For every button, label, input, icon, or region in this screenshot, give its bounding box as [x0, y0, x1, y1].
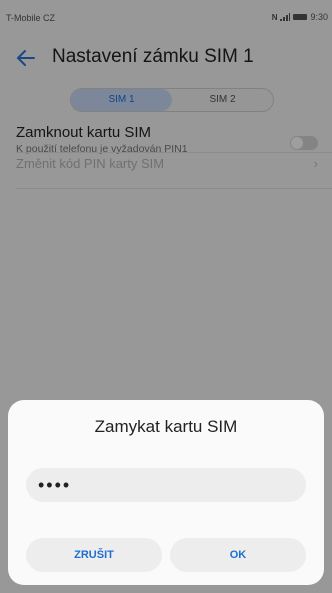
dialog-title: Zamykat kartu SIM — [94, 417, 238, 436]
cancel-button[interactable]: ZRUŠIT — [26, 538, 162, 572]
lock-sim-dialog: Zamykat kartu SIM •••• ZRUŠIT OK — [8, 400, 324, 585]
pin-input[interactable]: •••• — [26, 468, 306, 502]
ok-button[interactable]: OK — [170, 538, 306, 572]
